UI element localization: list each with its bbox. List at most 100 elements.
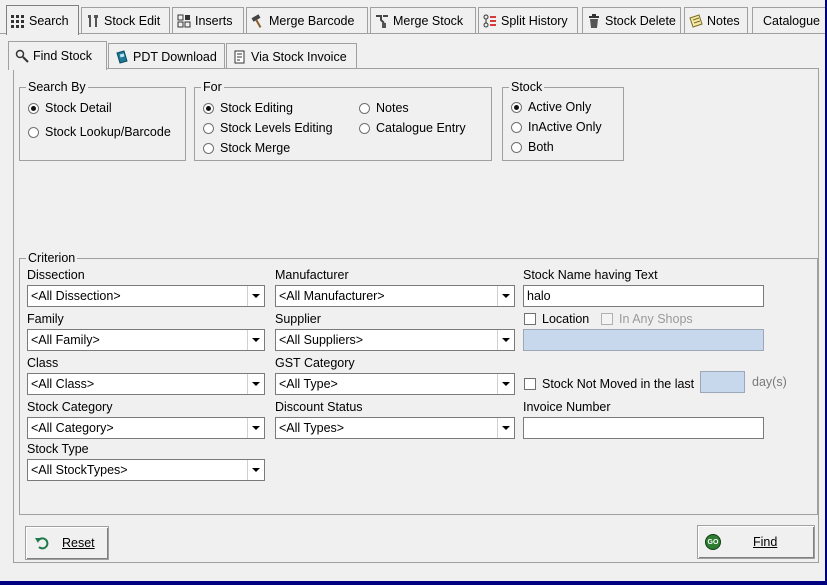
find-button[interactable]: GO Find: [697, 525, 815, 559]
family-select[interactable]: <All Family>: [27, 329, 265, 351]
gst-category-select[interactable]: <All Type>: [275, 373, 515, 395]
notes-icon: [689, 13, 703, 28]
radio-indicator: [511, 141, 522, 153]
manufacturer-label: Manufacturer: [275, 268, 349, 282]
radio-inactive-only[interactable]: InActive Only: [511, 120, 602, 134]
tab-label: Inserts: [195, 13, 233, 28]
tab-catalogue[interactable]: Catalogue: [752, 7, 827, 33]
chevron-down-icon[interactable]: [247, 286, 264, 306]
radio-indicator: [28, 126, 39, 138]
stock-not-moved-checkbox[interactable]: Stock Not Moved in the last: [524, 377, 694, 391]
main-tab-strip: Search Stock Edit Inserts Merge Barcode …: [0, 0, 827, 35]
chevron-down-icon[interactable]: [497, 286, 514, 306]
pdt-icon: [115, 49, 129, 64]
tab-stock-delete[interactable]: Stock Delete: [582, 7, 681, 33]
inserts-icon: [177, 14, 191, 28]
chevron-down-icon[interactable]: [247, 330, 264, 350]
subtab-find-stock[interactable]: Find Stock: [8, 41, 107, 70]
radio-label: InActive Only: [528, 120, 602, 134]
tab-label: Search: [29, 13, 69, 28]
grid-icon: [11, 14, 25, 28]
tab-split-history[interactable]: Split History: [478, 7, 578, 33]
subtab-pdt-download[interactable]: PDT Download: [108, 43, 225, 69]
tab-label: Stock Edit: [104, 13, 161, 28]
radio-stock-levels-editing[interactable]: Stock Levels Editing: [203, 121, 333, 135]
manufacturer-value: <All Manufacturer>: [279, 289, 385, 303]
tab-notes[interactable]: Notes: [684, 7, 748, 33]
chevron-down-icon[interactable]: [497, 374, 514, 394]
stock-type-select[interactable]: <All StockTypes>: [27, 459, 265, 481]
tab-label: Split History: [501, 13, 568, 28]
tab-strip-divider: [0, 33, 827, 34]
radio-label: Stock Editing: [220, 101, 293, 115]
radio-label: Stock Merge: [220, 141, 291, 155]
supplier-value: <All Suppliers>: [279, 333, 364, 347]
stock-type-label: Stock Type: [27, 442, 89, 456]
stock-name-label: Stock Name having Text: [523, 268, 658, 282]
gst-category-value: <All Type>: [279, 377, 338, 391]
for-title: For: [201, 80, 224, 94]
chevron-down-icon[interactable]: [497, 330, 514, 350]
subtab-via-stock-invoice[interactable]: Via Stock Invoice: [226, 43, 357, 69]
supplier-label: Supplier: [275, 312, 321, 326]
radio-indicator: [359, 102, 370, 114]
chevron-down-icon[interactable]: [247, 374, 264, 394]
stock-title: Stock: [509, 80, 545, 94]
stock-name-input[interactable]: halo: [523, 285, 764, 307]
dissection-select[interactable]: <All Dissection>: [27, 285, 265, 307]
dissection-value: <All Dissection>: [31, 289, 121, 303]
discount-status-select[interactable]: <All Types>: [275, 417, 515, 439]
stock-category-select[interactable]: <All Category>: [27, 417, 265, 439]
tab-label: Merge Barcode: [269, 13, 355, 28]
invoice-number-input[interactable]: [523, 417, 764, 439]
window-bottom-border: [0, 581, 827, 585]
radio-indicator: [359, 122, 370, 134]
tab-label: Merge Stock: [393, 13, 464, 28]
chevron-down-icon[interactable]: [497, 418, 514, 438]
tab-search[interactable]: Search: [6, 5, 79, 35]
stock-window: Search Stock Edit Inserts Merge Barcode …: [0, 0, 827, 581]
discount-status-value: <All Types>: [279, 421, 345, 435]
radio-indicator: [28, 102, 39, 114]
radio-both[interactable]: Both: [511, 140, 554, 154]
radio-label: Catalogue Entry: [376, 121, 466, 135]
class-value: <All Class>: [31, 377, 95, 391]
location-checkbox[interactable]: Location: [524, 312, 589, 326]
find-stock-panel: Search By Stock Detail Stock Lookup/Barc…: [13, 68, 819, 563]
tab-stock-edit[interactable]: Stock Edit: [81, 7, 170, 33]
radio-stock-detail[interactable]: Stock Detail: [28, 101, 112, 115]
days-field: [700, 371, 745, 393]
class-select[interactable]: <All Class>: [27, 373, 265, 395]
in-any-shops-checkbox: In Any Shops: [601, 312, 693, 326]
radio-indicator: [203, 122, 214, 134]
radio-label: Stock Levels Editing: [220, 121, 333, 135]
sub-tab-strip: Find Stock PDT Download Via Stock Invoic…: [8, 41, 820, 70]
radio-stock-merge[interactable]: Stock Merge: [203, 141, 290, 155]
tab-label: Notes: [707, 13, 740, 28]
chevron-down-icon[interactable]: [247, 418, 264, 438]
find-label: Find: [753, 535, 778, 549]
tab-inserts[interactable]: Inserts: [172, 7, 244, 33]
radio-active-only[interactable]: Active Only: [511, 100, 591, 114]
manufacturer-select[interactable]: <All Manufacturer>: [275, 285, 515, 307]
radio-catalogue-entry[interactable]: Catalogue Entry: [359, 121, 466, 135]
reset-button[interactable]: Reset: [25, 526, 109, 560]
tab-merge-stock[interactable]: Merge Stock: [370, 7, 476, 33]
radio-indicator: [203, 102, 214, 114]
radio-indicator: [511, 121, 522, 133]
radio-label: Both: [528, 140, 554, 154]
chevron-down-icon[interactable]: [247, 460, 264, 480]
tab-merge-barcode[interactable]: Merge Barcode: [246, 7, 368, 33]
stock-category-value: <All Category>: [31, 421, 114, 435]
radio-stock-lookup-barcode[interactable]: Stock Lookup/Barcode: [28, 125, 171, 139]
radio-notes[interactable]: Notes: [359, 101, 409, 115]
checkbox-box: [524, 378, 536, 390]
radio-label: Notes: [376, 101, 409, 115]
stock-type-value: <All StockTypes>: [31, 463, 128, 477]
discount-status-label: Discount Status: [275, 400, 363, 414]
supplier-select[interactable]: <All Suppliers>: [275, 329, 515, 351]
gst-category-label: GST Category: [275, 356, 355, 370]
trash-icon: [587, 13, 601, 28]
radio-stock-editing[interactable]: Stock Editing: [203, 101, 293, 115]
search-by-title: Search By: [26, 80, 88, 94]
